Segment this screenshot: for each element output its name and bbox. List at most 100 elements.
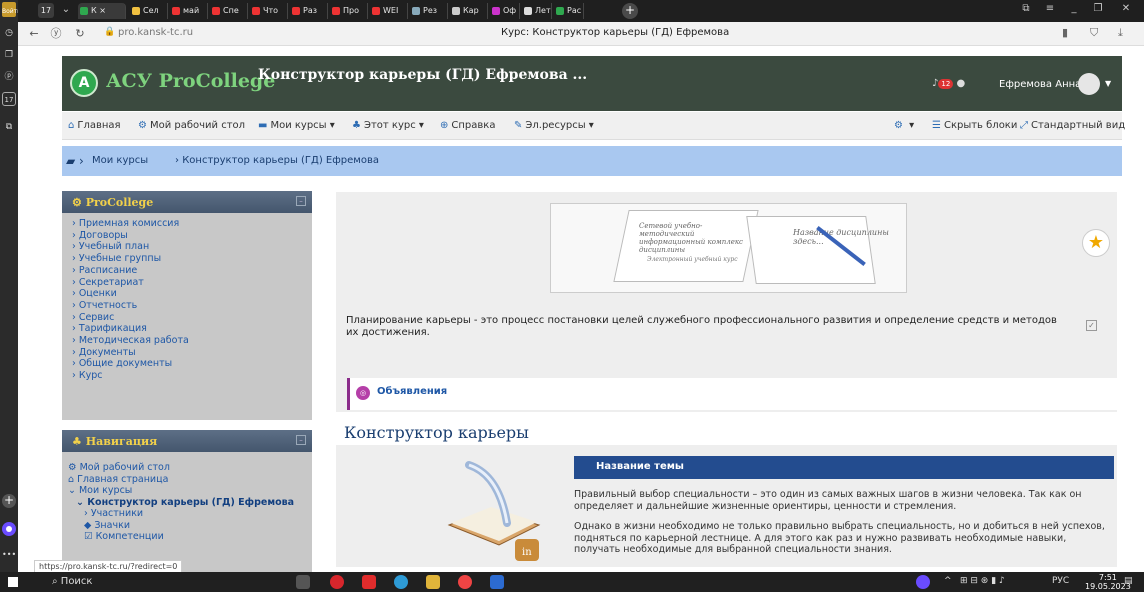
tab-item[interactable]: Раз <box>290 3 328 19</box>
list-item[interactable]: › Расписание <box>72 265 312 277</box>
block-header: ⚙ ProCollege – <box>62 191 312 213</box>
nav-badges[interactable]: ◆ Значки <box>68 520 312 532</box>
notifications[interactable]: ♪ 12 ● <box>932 78 965 89</box>
notification-center-icon[interactable]: ▤ <box>1124 576 1133 586</box>
bookmark-icon[interactable]: ▮ <box>1062 26 1068 39</box>
tab-copy-icon[interactable]: ⧉ <box>1018 3 1034 14</box>
tray-chevron-icon[interactable]: ^ <box>944 576 952 586</box>
tab-item[interactable]: WEI <box>370 3 408 19</box>
screenshot-icon[interactable]: ⧉ <box>2 120 16 134</box>
list-item[interactable]: › Документы <box>72 347 312 359</box>
menu-icon[interactable]: ≡ <box>1042 3 1058 14</box>
media-icon[interactable]: ⓟ <box>2 70 16 84</box>
tab-item[interactable]: май <box>170 3 208 19</box>
collapse-block-icon[interactable]: – <box>296 435 306 445</box>
yandex-browser-icon[interactable] <box>362 575 376 589</box>
tab-item[interactable]: Рез <box>410 3 448 19</box>
settings-gear-menu[interactable]: ⚙ ▾ <box>894 120 914 131</box>
list-item[interactable]: › Учебный план <box>72 241 312 253</box>
back-icon[interactable]: ← <box>26 26 42 42</box>
reload-icon[interactable]: ↻ <box>72 26 88 42</box>
list-item[interactable]: › Оценки <box>72 288 312 300</box>
list-item[interactable]: › Учебные группы <box>72 253 312 265</box>
tab-item[interactable]: Кар <box>450 3 488 19</box>
windows-start-icon[interactable] <box>8 577 18 587</box>
tab-item[interactable]: Рас <box>554 3 584 19</box>
avatar[interactable] <box>1078 73 1100 95</box>
nav-participants[interactable]: › Участники <box>68 508 312 520</box>
url-field[interactable]: pro.kansk-tc.ru <box>118 27 193 38</box>
tab-active[interactable]: К × <box>78 3 126 19</box>
nav-course[interactable]: ⌄ Конструктор карьеры (ГД) Ефремова <box>68 497 312 509</box>
hide-blocks-button[interactable]: ☰ Скрыть блоки <box>932 120 1017 131</box>
restore-icon[interactable]: ❐ <box>1090 3 1106 14</box>
opera-icon[interactable] <box>330 575 344 589</box>
course-summary-text: Планирование карьеры - это процесс поста… <box>346 315 1057 338</box>
folder-icon[interactable]: ▰ › <box>66 154 84 168</box>
nav-dashboard[interactable]: ⚙ Мой рабочий стол <box>68 462 312 474</box>
tab-item[interactable]: Про <box>330 3 368 19</box>
yandex-icon[interactable]: ⓨ <box>48 26 64 42</box>
list-item[interactable]: › Тарификация <box>72 323 312 335</box>
list-item[interactable]: › Общие документы <box>72 358 312 370</box>
completion-checkbox[interactable]: ✓ <box>1086 320 1097 331</box>
alice-assistant-icon[interactable] <box>2 522 16 536</box>
nav-competencies[interactable]: ☑ Компетенции <box>68 531 312 543</box>
user-menu-caret-icon[interactable]: ▼ <box>1105 79 1111 88</box>
alice-tray-icon[interactable] <box>916 575 930 589</box>
list-item[interactable]: › Методическая работа <box>72 335 312 347</box>
nav-my-courses[interactable]: ⌄ Мои курсы <box>68 485 312 497</box>
breadcrumb-course[interactable]: › Конструктор карьеры (ГД) Ефремова <box>175 155 379 166</box>
extensions-icon[interactable]: ⛉ <box>1090 26 1098 40</box>
taskbar-search[interactable]: ⌕ Поиск <box>52 576 92 587</box>
menu-help[interactable]: ⊕ Справка <box>440 120 495 131</box>
close-window-icon[interactable]: ✕ <box>1118 3 1134 14</box>
edge-icon[interactable] <box>394 575 408 589</box>
collapse-block-icon[interactable]: – <box>296 196 306 206</box>
tabs-panel-icon[interactable]: 17 <box>2 92 16 106</box>
list-item[interactable]: › Сервис <box>72 312 312 324</box>
minimize-icon[interactable]: _ <box>1066 3 1082 14</box>
menu-resources[interactable]: ✎ Эл.ресурсы ▾ <box>514 120 594 131</box>
breadcrumb-my-courses[interactable]: Мои курсы <box>92 155 148 166</box>
yandex-icon[interactable] <box>458 575 472 589</box>
tab-item[interactable]: Сел <box>130 3 168 19</box>
menu-this-course[interactable]: ♣ Этот курс ▾ <box>352 120 424 131</box>
list-item[interactable]: › Курс <box>72 370 312 382</box>
language-indicator[interactable]: РУС <box>1052 576 1069 586</box>
more-icon[interactable]: ••• <box>2 548 16 562</box>
menu-dashboard[interactable]: ⚙ Мой рабочий стол <box>138 120 245 131</box>
collections-icon[interactable]: ❐ <box>2 48 16 62</box>
tab-list-chevron-icon[interactable]: ⌄ <box>58 4 74 15</box>
tab-item[interactable]: Что <box>250 3 288 19</box>
tab-item[interactable]: Лет <box>522 3 552 19</box>
nav-home[interactable]: ⌂ Главная страница <box>68 474 312 486</box>
list-item[interactable]: › Отчетность <box>72 300 312 312</box>
tab-count-badge[interactable]: 17 <box>38 3 54 18</box>
history-icon[interactable]: ◷ <box>2 26 16 40</box>
announcements-link[interactable]: Объявления <box>377 386 447 397</box>
messages-icon[interactable]: ● <box>957 78 966 89</box>
new-tab-button[interactable]: + <box>622 3 638 19</box>
login-button[interactable]: Войти <box>2 2 21 17</box>
tab-item[interactable]: Спе <box>210 3 248 19</box>
menu-my-courses[interactable]: ▬ Мои курсы ▾ <box>258 120 335 131</box>
file-explorer-icon[interactable] <box>426 575 440 589</box>
tray-icons[interactable]: ⊞ ⊟ ⊛ ▮ ♪ <box>960 576 1005 586</box>
user-name[interactable]: Ефремова Анна <box>999 79 1081 90</box>
tab-item[interactable]: Оф <box>490 3 520 19</box>
task-view-icon[interactable] <box>296 575 310 589</box>
section-title[interactable]: Конструктор карьеры <box>344 423 529 442</box>
menu-home[interactable]: ⌂ Главная <box>68 120 121 131</box>
site-logo-text[interactable]: АСУ ProCollege <box>106 70 275 92</box>
procollege-logo-icon[interactable]: A <box>70 69 98 97</box>
favourite-star-button[interactable]: ★ <box>1082 229 1110 257</box>
add-panel-icon[interactable]: + <box>2 494 16 508</box>
list-item[interactable]: › Секретариат <box>72 277 312 289</box>
list-item[interactable]: › Договоры <box>72 230 312 242</box>
download-icon[interactable]: ⤓ <box>1118 26 1123 40</box>
standard-view-button[interactable]: ⤢ Стандартный вид <box>1020 120 1125 131</box>
app-icon[interactable] <box>490 575 504 589</box>
announcements-activity[interactable]: ◎ Объявления <box>347 378 1117 410</box>
list-item[interactable]: › Приемная комиссия <box>72 218 312 230</box>
